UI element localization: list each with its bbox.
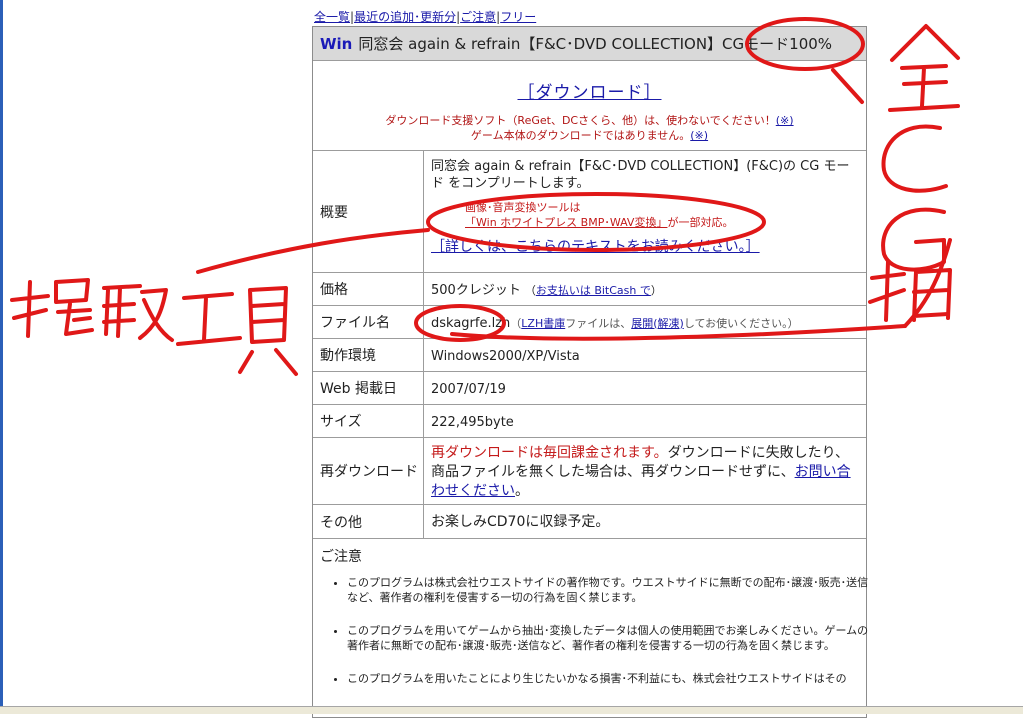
nav-free[interactable]: フリー: [500, 10, 536, 24]
notice-list: このプログラムは株式会社ウエストサイドの著作物です。ウエストサイドに無断での配布…: [329, 575, 875, 704]
handwritten-char: [888, 24, 960, 112]
row-filename: ファイル名 dskagrfe.lzh （LZH書庫ファイルは、展開(解凍)してお使…: [313, 306, 866, 339]
price-amount: 500クレジット: [431, 282, 521, 298]
product-title-bar: Win 同窓会 again & refrain【F&C･DVD COLLECTI…: [313, 27, 866, 61]
price-value: 500クレジット （お支払いは BitCash で）: [431, 282, 662, 298]
note-link-1[interactable]: (※): [776, 114, 794, 127]
platform-label: Win: [320, 34, 353, 53]
nav-all-list[interactable]: 全一覧: [314, 10, 350, 24]
download-box: ［ダウンロード］ ダウンロード支援ソフト（ReGet、DCさくら、他）は、使わな…: [313, 62, 866, 151]
file-text-mid: ファイルは、: [565, 316, 632, 330]
download-warning-text: ダウンロード支援ソフト（ReGet、DCさくら、他）は、使わないでください！: [385, 114, 776, 127]
row-price: 価格 500クレジット （お支払いは BitCash で）: [313, 273, 866, 306]
download-notes: ダウンロード支援ソフト（ReGet、DCさくら、他）は、使わないでください！(※…: [313, 113, 866, 143]
environment-label: 動作環境: [313, 339, 424, 371]
size-label: サイズ: [313, 405, 424, 437]
row-redownload: 再ダウンロード 再ダウンロードは毎回課金されます。ダウンロードに失敗したり、商品…: [313, 438, 866, 505]
row-environment: 動作環境 Windows2000/XP/Vista: [313, 339, 866, 372]
overview-label: 概要: [313, 151, 424, 272]
redownload-end: 。: [515, 483, 529, 499]
file-text-end: してお使いください。: [683, 316, 788, 330]
size-value: 222,495byte: [431, 414, 514, 430]
overview-description: 同窓会 again & refrain【F&C･DVD COLLECTION】(…: [431, 159, 850, 191]
redownload-label: 再ダウンロード: [313, 438, 424, 504]
handwritten-char: [102, 284, 174, 342]
lzh-archive-link[interactable]: LZH書庫: [521, 317, 565, 330]
tool-line: 画像･音声変換ツールは: [465, 201, 581, 214]
handwritten-char: [881, 207, 946, 272]
nav-recent-updates[interactable]: 最近の追加･更新分: [354, 10, 456, 24]
row-publish-date: Web 掲載日 2007/07/19: [313, 372, 866, 405]
extract-link[interactable]: 展開(解凍): [631, 317, 684, 330]
other-value: お楽しみCD70に収録予定。: [431, 514, 610, 530]
row-overview: 概要 同窓会 again & refrain【F&C･DVD COLLECTIO…: [313, 151, 866, 273]
redownload-value: 再ダウンロードは毎回課金されます。ダウンロードに失敗したり、商品ファイルを無くし…: [425, 438, 866, 504]
handwritten-char: [868, 260, 952, 322]
window-left-border: [0, 0, 3, 713]
filename: dskagrfe.lzh: [431, 315, 511, 331]
bitcash-link[interactable]: お支払いは BitCash で: [536, 284, 651, 297]
handwritten-char: [10, 278, 94, 338]
download-link[interactable]: ［ダウンロード］: [313, 78, 866, 103]
handwritten-char: [238, 286, 298, 376]
tool-support-note: 画像･音声変換ツールは 「Win ホワイトプレス BMP･WAV変換」が一部対応…: [465, 200, 858, 230]
filename-label: ファイル名: [313, 306, 424, 338]
notice-section: ご注意 このプログラムは株式会社ウエストサイドの著作物です。ウエストサイドに無断…: [313, 539, 868, 719]
details-text-link[interactable]: ［詳しくは、こちらのテキストをお読みください。］: [431, 239, 858, 256]
filename-pointer-stroke: [903, 238, 952, 328]
row-other: その他 お楽しみCD70に収録予定。: [313, 505, 866, 539]
tool-suffix: が一部対応。: [667, 216, 734, 229]
notice-title: ご注意: [320, 549, 362, 565]
redownload-warning: 再ダウンロードは毎回課金されます。: [431, 445, 668, 461]
notice-item: このプログラムを用いたことにより生じたいかなる損害･不利益にも、株式会社ウエスト…: [347, 671, 875, 686]
nav-notice[interactable]: ご注意: [460, 10, 496, 24]
converter-tool-link[interactable]: 「Win ホワイトプレス BMP･WAV変換」: [465, 216, 667, 229]
product-panel: Win 同窓会 again & refrain【F&C･DVD COLLECTI…: [312, 26, 868, 719]
environment-value: Windows2000/XP/Vista: [431, 348, 580, 364]
handwritten-char: [881, 124, 948, 193]
top-nav: 全一覧|最近の追加･更新分|ご注意|フリー: [314, 8, 536, 25]
publish-date-label: Web 掲載日: [313, 372, 424, 404]
overview-value: 同窓会 again & refrain【F&C･DVD COLLECTION】(…: [425, 151, 866, 272]
handwritten-char: [176, 292, 242, 346]
product-title: 同窓会 again & refrain【F&C･DVD COLLECTION】C…: [358, 35, 833, 53]
filename-value: dskagrfe.lzh （LZH書庫ファイルは、展開(解凍)してお使いください。…: [431, 315, 799, 331]
other-label: その他: [313, 505, 424, 538]
price-label: 価格: [313, 273, 424, 305]
note-link-2[interactable]: (※): [690, 129, 708, 142]
row-size: サイズ 222,495byte: [313, 405, 866, 438]
not-game-body-text: ゲーム本体のダウンロードではありません。: [470, 129, 691, 142]
notice-item: このプログラムを用いてゲームから抽出･変換したデータは個人の使用範囲でお楽しみく…: [347, 623, 875, 653]
publish-date-value: 2007/07/19: [431, 381, 506, 397]
notice-item: このプログラムは株式会社ウエストサイドの著作物です。ウエストサイドに無断での配布…: [347, 575, 875, 605]
